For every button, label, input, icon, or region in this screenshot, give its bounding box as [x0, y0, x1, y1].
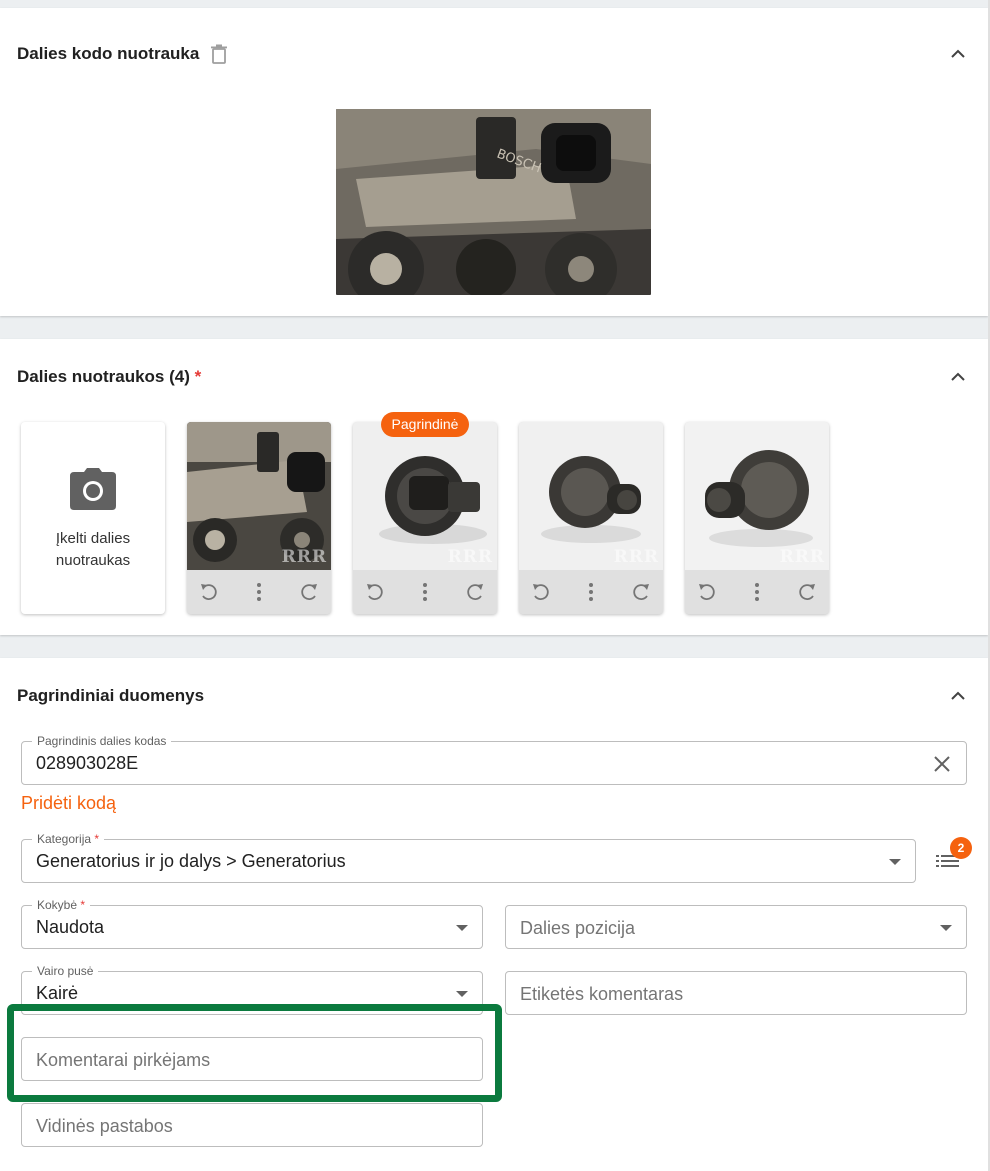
- chevron-up-icon[interactable]: [950, 369, 966, 385]
- part-code-photo[interactable]: BOSCH: [336, 109, 651, 295]
- category-value: Generatorius ir jo dalys > Generatorius: [36, 851, 346, 871]
- photos-title: Dalies nuotraukos (4) *: [17, 367, 202, 386]
- part-photo[interactable]: RRR: [519, 422, 663, 570]
- part-photo[interactable]: RRR: [685, 422, 829, 570]
- part-photo[interactable]: RRR: [353, 422, 497, 570]
- quality-value: Naudota: [36, 917, 105, 937]
- rotate-right-icon[interactable]: [464, 581, 486, 603]
- category-count-badge: 2: [950, 837, 972, 859]
- rotate-left-icon[interactable]: [696, 581, 718, 603]
- rotate-right-icon[interactable]: [796, 581, 818, 603]
- top-separator: [0, 0, 990, 8]
- main-photo-badge: Pagrindinė: [381, 412, 469, 437]
- quality-label: Kokybė *: [32, 897, 91, 913]
- photo-actions-bar: [353, 570, 497, 614]
- position-placeholder: Dalies pozicija: [520, 918, 636, 938]
- photo-actions-bar: [187, 570, 331, 614]
- close-icon[interactable]: [932, 754, 952, 774]
- photo-actions-bar: [685, 570, 829, 614]
- rotate-right-icon[interactable]: [630, 581, 652, 603]
- internal-notes-input[interactable]: Vidinės pastabos: [21, 1103, 483, 1147]
- buyer-comments-placeholder: Komentarai pirkėjams: [36, 1050, 211, 1070]
- photo-tile[interactable]: RRR: [187, 422, 331, 614]
- photos-section: Dalies nuotraukos (4) * Įkelti dalies nu…: [0, 339, 988, 635]
- dropdown-arrow-icon[interactable]: [456, 925, 468, 931]
- more-vert-icon[interactable]: [580, 581, 602, 603]
- upload-photos-button[interactable]: Įkelti dalies nuotraukas: [21, 422, 165, 614]
- trash-icon[interactable]: [210, 44, 228, 64]
- dropdown-arrow-icon[interactable]: [940, 925, 952, 931]
- more-vert-icon[interactable]: [414, 581, 436, 603]
- code-photo-title: Dalies kodo nuotrauka: [17, 44, 200, 63]
- camera-icon: [70, 468, 116, 510]
- dropdown-arrow-icon[interactable]: [456, 991, 468, 997]
- watermark: RRR: [779, 547, 825, 567]
- category-label: Kategorija *: [32, 831, 105, 847]
- dropdown-arrow-icon[interactable]: [889, 859, 901, 865]
- photo-tile[interactable]: RRR: [519, 422, 663, 614]
- watermark: RRR: [281, 547, 327, 567]
- part-photo[interactable]: RRR: [187, 422, 331, 570]
- photo-tile-main[interactable]: RRR: [353, 422, 497, 614]
- watermark: RRR: [447, 547, 493, 567]
- part-code-label: Pagrindinis dalies kodas: [32, 733, 172, 749]
- label-comment-input[interactable]: Etiketės komentaras: [505, 971, 967, 1015]
- more-vert-icon[interactable]: [248, 581, 270, 603]
- part-code-value[interactable]: 028903028E: [36, 753, 138, 774]
- code-photo-section: Dalies kodo nuotrauka BOSCH: [0, 8, 988, 316]
- photo-tile[interactable]: RRR: [685, 422, 829, 614]
- chevron-up-icon[interactable]: [950, 46, 966, 62]
- label-comment-placeholder: Etiketės komentaras: [520, 984, 684, 1004]
- rotate-left-icon[interactable]: [364, 581, 386, 603]
- watermark: RRR: [613, 547, 659, 567]
- chevron-up-icon[interactable]: [950, 688, 966, 704]
- steering-side-select[interactable]: Vairo pusė Kairė: [21, 963, 483, 1015]
- rotate-right-icon[interactable]: [298, 581, 320, 603]
- buyer-comments-input[interactable]: Komentarai pirkėjams: [21, 1037, 483, 1081]
- internal-notes-placeholder: Vidinės pastabos: [36, 1116, 173, 1136]
- steering-side-value: Kairė: [36, 983, 79, 1003]
- quality-select[interactable]: Kokybė * Naudota: [21, 897, 483, 949]
- part-code-field[interactable]: Pagrindinis dalies kodas 028903028E: [21, 733, 967, 785]
- photo-actions-bar: [519, 570, 663, 614]
- rotate-left-icon[interactable]: [198, 581, 220, 603]
- more-vert-icon[interactable]: [746, 581, 768, 603]
- category-select[interactable]: Kategorija * Generatorius ir jo dalys > …: [21, 831, 916, 883]
- add-code-link[interactable]: Pridėti kodą: [21, 793, 116, 814]
- rotate-left-icon[interactable]: [530, 581, 552, 603]
- steering-side-label: Vairo pusė: [32, 963, 99, 979]
- position-select[interactable]: Dalies pozicija: [505, 905, 967, 949]
- upload-label: Įkelti dalies nuotraukas: [55, 530, 131, 569]
- main-data-title: Pagrindiniai duomenys: [17, 686, 205, 705]
